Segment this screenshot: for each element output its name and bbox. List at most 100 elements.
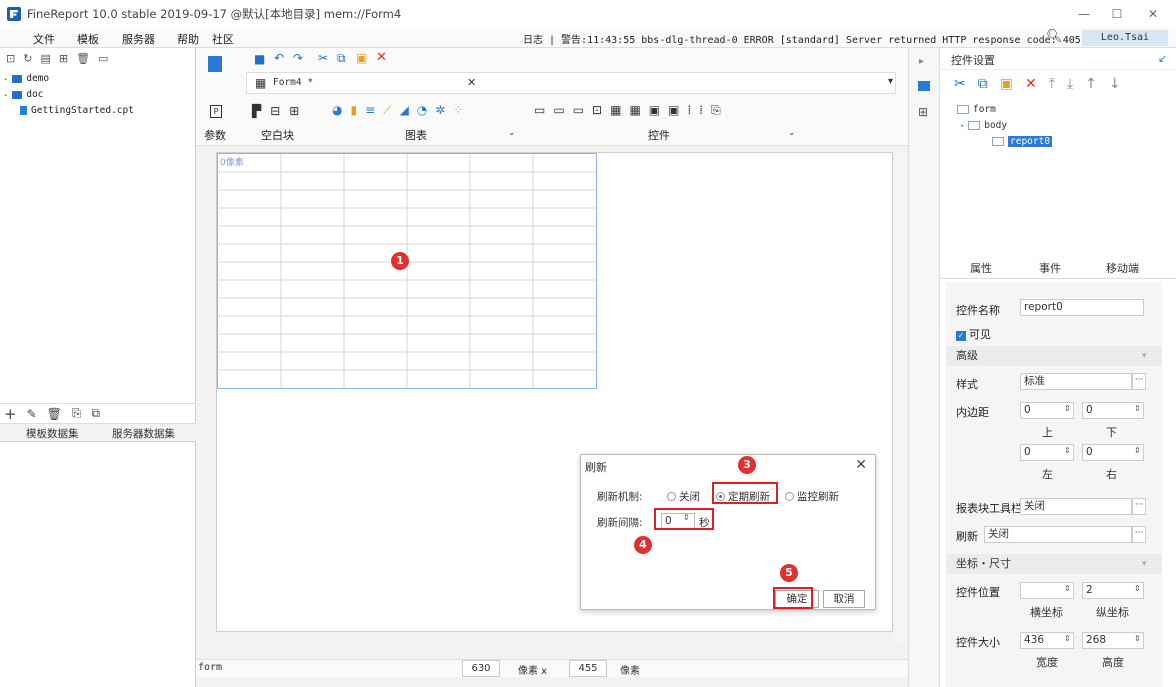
copy-icon[interactable]: ⧉ — [978, 76, 988, 92]
component-lib-icon[interactable]: ⊞ — [918, 105, 928, 119]
refresh-input[interactable]: 关闭 — [984, 526, 1132, 543]
delete-dataset-icon[interactable]: 🗑︎ — [47, 407, 62, 421]
tab-form4[interactable]: Form4 * — [273, 77, 313, 88]
report-block[interactable]: 0像素 — [217, 153, 597, 389]
move-bottom-icon[interactable]: ⤓ — [1067, 76, 1073, 92]
radio-widget-icon[interactable]: ⁞ — [699, 103, 703, 118]
toolbar-input[interactable]: 关闭 — [1020, 498, 1132, 515]
tab-menu-icon[interactable]: ▾ — [888, 76, 893, 87]
spinner-icon[interactable]: ⇕ — [1134, 584, 1144, 593]
menu-community[interactable]: 社区 — [212, 31, 234, 47]
cut-icon[interactable]: ✂ — [954, 76, 966, 92]
absolute-block-icon[interactable]: ▛ — [252, 104, 261, 118]
menu-help[interactable]: 帮助 — [177, 31, 199, 47]
dialog-close-icon[interactable]: ✕ — [855, 457, 867, 473]
toolbar-more-button[interactable]: ··· — [1132, 498, 1146, 515]
delete-icon[interactable]: ✕ — [376, 50, 387, 65]
tab-mobile[interactable]: 移动端 — [1106, 260, 1139, 276]
maximize-button[interactable]: ☐ — [1102, 4, 1132, 24]
tab-events[interactable]: 事件 — [1039, 260, 1061, 276]
spinner-icon[interactable]: ⇕ — [1064, 404, 1074, 413]
add-dataset-icon[interactable]: + — [4, 405, 17, 423]
move-up-icon[interactable]: ↑ — [1085, 76, 1097, 92]
refresh-more-button[interactable]: ··· — [1132, 526, 1146, 543]
spinner-icon[interactable]: ⇕ — [1064, 446, 1074, 455]
spinner-icon[interactable]: ⇕ — [1064, 634, 1074, 643]
radio-off[interactable]: 关闭 — [667, 489, 700, 504]
edit-icon[interactable]: ✎ — [27, 407, 37, 421]
area-chart-icon[interactable]: ◢ — [400, 103, 409, 118]
hbar-chart-icon[interactable]: ≡ — [365, 103, 375, 118]
tree-node-report0[interactable]: report0 — [992, 136, 1053, 147]
delete-icon[interactable]: 🗑︎ — [76, 52, 90, 65]
close-button[interactable]: ✕ — [1138, 4, 1168, 24]
radar-chart-icon[interactable]: ✲ — [435, 103, 445, 118]
move-down-icon[interactable]: ↓ — [1109, 76, 1121, 92]
parameter-icon[interactable]: P — [210, 105, 222, 118]
spinner-icon[interactable]: ⇕ — [1134, 634, 1144, 643]
expand-arrow-icon[interactable]: ▸ — [919, 56, 924, 67]
radio-monitor[interactable]: 监控刷新 — [785, 489, 839, 504]
widget-expand-icon[interactable]: ⌄ — [788, 128, 796, 138]
pie-chart-icon[interactable]: ◕ — [332, 103, 342, 118]
cut-icon[interactable]: ✂ — [318, 51, 329, 65]
minimize-button[interactable]: — — [1069, 4, 1099, 24]
combo-widget-icon[interactable]: ⊡ — [592, 103, 602, 118]
widget-settings-icon[interactable] — [918, 81, 930, 91]
search-icon[interactable]: 🔍︎ — [1046, 29, 1063, 44]
section-coords[interactable]: 坐标・尺寸 ▾ — [946, 554, 1162, 574]
grid-block-icon[interactable]: ⊞ — [289, 104, 299, 118]
tree-item-gettingstarted[interactable]: GettingStarted.cpt — [20, 105, 134, 116]
pin-icon[interactable]: ↙ — [1158, 52, 1167, 65]
button-widget-icon[interactable]: ▭ — [553, 103, 564, 118]
log-message[interactable]: 日志 | 警告:11:43:55 bbs-dlg-thread-0 ERROR … — [523, 31, 1117, 46]
section-advanced[interactable]: 高级 ▾ — [946, 346, 1162, 366]
locate-icon[interactable]: ⊞ — [59, 52, 68, 65]
open-icon[interactable]: ▤ — [40, 52, 50, 65]
spinner-icon[interactable]: ⇕ — [1134, 446, 1144, 455]
line-chart-icon[interactable]: ⟋ — [383, 103, 391, 118]
undo-icon[interactable]: ↶ — [274, 51, 285, 65]
save-icon[interactable]: ■ — [254, 52, 265, 66]
tab-attributes[interactable]: 属性 — [970, 260, 992, 276]
cancel-button[interactable]: 取消 — [823, 590, 865, 608]
tab-template-dataset[interactable]: 模板数据集 — [26, 426, 79, 441]
menu-template[interactable]: 模板 — [77, 31, 99, 47]
tree-node-form[interactable]: form — [957, 104, 996, 115]
paste-icon[interactable]: ▣ — [356, 51, 367, 65]
paste-icon[interactable]: ▣ — [1000, 76, 1013, 92]
width-input[interactable]: 630 — [462, 660, 500, 677]
tab-server-dataset[interactable]: 服务器数据集 — [112, 426, 175, 441]
chart-expand-icon[interactable]: ⌄ — [508, 128, 516, 138]
style-input[interactable]: 标准 — [1020, 373, 1132, 390]
scatter-chart-icon[interactable]: ⁘ — [453, 103, 463, 118]
textbox-widget-icon[interactable]: ▭ — [573, 103, 584, 118]
tree-item-doc[interactable]: ▸ doc — [4, 89, 43, 100]
number-widget-icon[interactable]: ▦ — [629, 103, 640, 118]
user-account[interactable]: Leo.Tsai — [1082, 30, 1168, 46]
tree-widget-icon[interactable]: ▣ — [668, 103, 679, 118]
new-folder-icon[interactable]: ⊡ — [6, 52, 15, 65]
refresh-icon[interactable]: ↻ — [23, 52, 32, 65]
redo-icon[interactable]: ↷ — [293, 51, 304, 65]
label-widget-icon[interactable]: ▭ — [534, 103, 545, 118]
move-top-icon[interactable]: ⤒ — [1049, 76, 1055, 92]
tree-item-demo[interactable]: ▸ demo — [4, 73, 49, 84]
visible-checkbox[interactable]: ✓ 可见 — [956, 326, 991, 342]
spinner-icon[interactable]: ⇕ — [1134, 404, 1144, 413]
text-widget-icon[interactable]: ▣ — [649, 103, 660, 118]
checkbox-widget-icon[interactable]: ⁞ — [687, 103, 691, 118]
menu-file[interactable]: 文件 — [33, 31, 55, 47]
menu-server[interactable]: 服务器 — [122, 31, 155, 47]
tree-node-body[interactable]: ▾ body — [960, 120, 1007, 131]
gauge-chart-icon[interactable]: ◔ — [417, 103, 427, 118]
tab-block-icon[interactable]: ⊟ — [270, 104, 280, 118]
vertical-scrollbar[interactable] — [894, 152, 906, 646]
tab-close-icon[interactable]: ✕ — [467, 76, 476, 89]
params-icon[interactable]: ⧉ — [91, 406, 100, 421]
spinner-icon[interactable]: ⇕ — [1064, 584, 1074, 593]
name-input[interactable]: report0 — [1020, 299, 1144, 316]
preview-icon[interactable]: ⎘ — [72, 406, 82, 421]
form-mode-icon[interactable] — [208, 56, 222, 72]
collapse-icon[interactable]: ▭ — [98, 52, 108, 65]
